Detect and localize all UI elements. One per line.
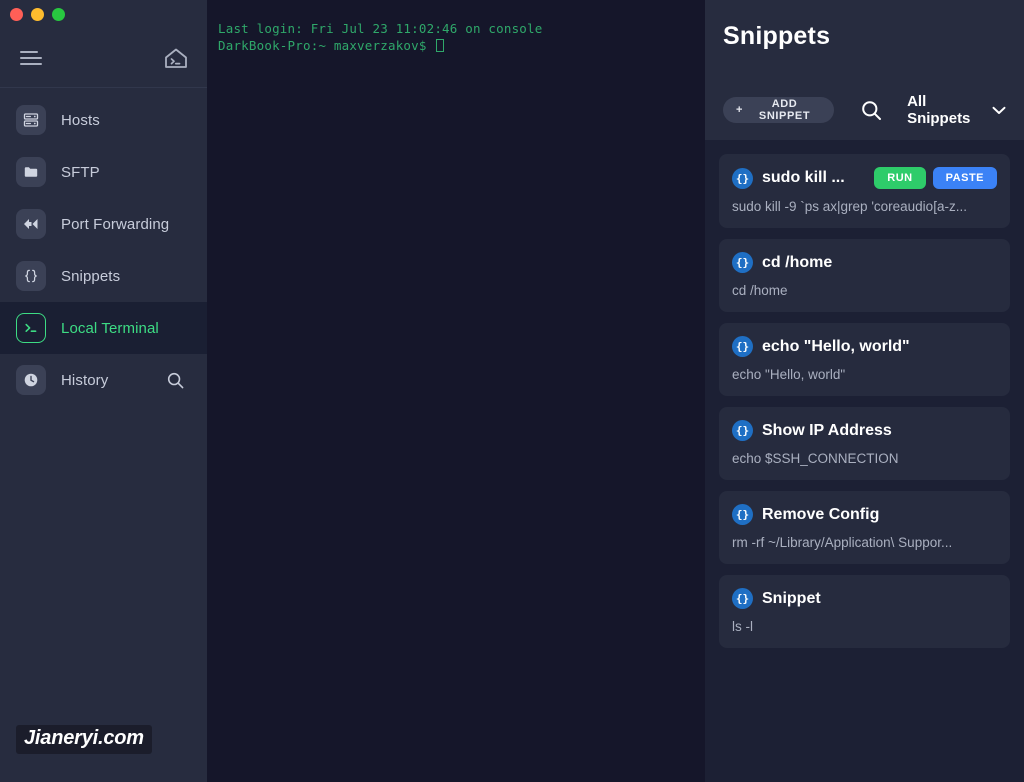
plus-icon: +: [736, 104, 744, 116]
snippet-name: Remove Config: [762, 505, 880, 523]
snippet-actions: RUN PASTE: [874, 167, 997, 189]
sidebar-item-label: History: [61, 371, 109, 389]
sidebar-item-hosts[interactable]: Hosts: [0, 94, 207, 146]
snippets-list: {} sudo kill ... RUN PASTE sudo kill -9 …: [705, 140, 1024, 782]
sidebar-item-sftp[interactable]: SFTP: [0, 146, 207, 198]
terminal-prompt-text: DarkBook-Pro:~ maxverzakov$: [218, 38, 435, 53]
snippets-toolbar: + ADD SNIPPET All Snippets: [723, 93, 1006, 127]
snippet-name: echo "Hello, world": [762, 337, 910, 355]
sidebar-toolbar: [0, 28, 207, 88]
hamburger-icon[interactable]: [20, 47, 42, 69]
snippets-filter-dropdown[interactable]: All Snippets: [907, 93, 1006, 127]
terminal-cursor: [436, 39, 445, 52]
server-icon: [16, 105, 46, 135]
sidebar-item-port-forwarding[interactable]: Port Forwarding: [0, 198, 207, 250]
sidebar-item-history[interactable]: History: [0, 354, 207, 406]
sidebar-item-label: Hosts: [61, 111, 100, 129]
sidebar-item-label: Snippets: [61, 267, 121, 285]
close-button[interactable]: [10, 7, 23, 21]
sidebar-item-label: Local Terminal: [61, 319, 159, 337]
paste-button[interactable]: PASTE: [932, 167, 997, 189]
sidebar-item-label: Port Forwarding: [61, 215, 170, 233]
sidebar-item-snippets[interactable]: Snippets: [0, 250, 207, 302]
app-window: Hosts SFTP Port Forwarding Snippets Loca…: [0, 0, 1024, 782]
list-item[interactable]: {} sudo kill ... RUN PASTE sudo kill -9 …: [719, 154, 1010, 228]
page-title: Snippets: [723, 22, 831, 50]
home-terminal-icon[interactable]: [163, 46, 189, 70]
add-snippet-label: ADD SNIPPET: [758, 98, 811, 122]
snippet-name: Snippet: [762, 589, 821, 607]
snippet-header-row: {} Snippet: [732, 588, 997, 609]
list-item[interactable]: {} echo "Hello, world" echo "Hello, worl…: [719, 323, 1010, 396]
sidebar: Hosts SFTP Port Forwarding Snippets Loca…: [0, 0, 207, 782]
terminal-prompt-icon: [16, 313, 46, 343]
snippet-command: rm -rf ~/Library/Application\ Suppor...: [732, 535, 953, 550]
folder-icon: [16, 157, 46, 187]
snippet-header-row: {} cd /home: [732, 252, 997, 273]
snippets-panel: Snippets + ADD SNIPPET All Snippets {} s…: [705, 0, 1024, 782]
terminal-line: Last login: Fri Jul 23 11:02:46 on conso…: [218, 21, 543, 36]
run-button[interactable]: RUN: [874, 167, 926, 189]
zoom-button[interactable]: [52, 7, 65, 21]
snippet-name: Show IP Address: [762, 421, 892, 439]
braces-icon: [16, 261, 46, 291]
minimize-button[interactable]: [31, 7, 44, 21]
snippet-command: sudo kill -9 `ps ax|grep 'coreaudio[a-z.…: [732, 199, 967, 214]
list-item[interactable]: {} cd /home cd /home: [719, 239, 1010, 312]
snippet-header-row: {} sudo kill ... RUN PASTE: [732, 167, 997, 189]
snippet-header-row: {} echo "Hello, world": [732, 336, 997, 357]
snippet-command: cd /home: [732, 283, 788, 298]
arrows-forward-icon: [16, 209, 46, 239]
clock-icon: [16, 365, 46, 395]
search-icon[interactable]: [860, 99, 883, 122]
snippet-command: echo "Hello, world": [732, 367, 846, 382]
snippet-command: ls -l: [732, 619, 753, 634]
chevron-down-icon: [992, 102, 1006, 119]
snippet-name: sudo kill ...: [762, 169, 845, 186]
braces-icon: {}: [732, 252, 753, 273]
terminal-prompt-line: DarkBook-Pro:~ maxverzakov$: [218, 37, 705, 54]
search-icon[interactable]: [166, 371, 185, 390]
sidebar-item-label: SFTP: [61, 163, 100, 181]
list-item[interactable]: {} Snippet ls -l: [719, 575, 1010, 648]
snippet-header-row: {} Remove Config: [732, 504, 997, 525]
braces-icon: {}: [732, 420, 753, 441]
site-watermark: Jianeryi.com: [16, 725, 152, 754]
sidebar-item-local-terminal[interactable]: Local Terminal: [0, 302, 207, 354]
list-item[interactable]: {} Show IP Address echo $SSH_CONNECTION: [719, 407, 1010, 480]
braces-icon: {}: [732, 588, 753, 609]
snippet-command: echo $SSH_CONNECTION: [732, 451, 899, 466]
braces-icon: {}: [732, 167, 753, 189]
add-snippet-button[interactable]: + ADD SNIPPET: [723, 97, 835, 123]
braces-icon: {}: [732, 336, 753, 357]
window-controls: [0, 0, 207, 28]
sidebar-nav: Hosts SFTP Port Forwarding Snippets Loca…: [0, 88, 207, 406]
braces-icon: {}: [732, 504, 753, 525]
list-item[interactable]: {} Remove Config rm -rf ~/Library/Applic…: [719, 491, 1010, 564]
terminal-output-area[interactable]: Last login: Fri Jul 23 11:02:46 on conso…: [207, 0, 705, 782]
snippets-header: Snippets + ADD SNIPPET All Snippets: [705, 0, 1024, 140]
snippet-header-row: {} Show IP Address: [732, 420, 997, 441]
snippet-name: cd /home: [762, 253, 833, 271]
snippets-filter-label: All Snippets: [907, 93, 971, 127]
